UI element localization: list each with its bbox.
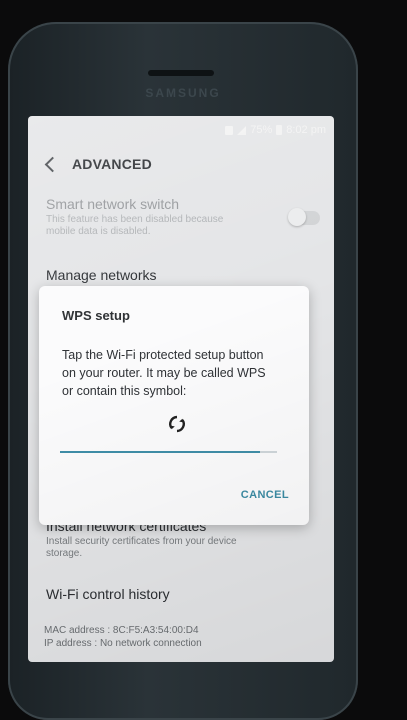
earpiece-speaker	[148, 70, 214, 76]
cancel-button[interactable]: CANCEL	[241, 489, 289, 501]
phone-body: SAMSUNG 75% 8:02 pm ADVANCED Smart netwo…	[8, 22, 358, 720]
dialog-message-line-1: Tap the Wi-Fi protected setup button	[62, 348, 264, 362]
phone-screen: 75% 8:02 pm ADVANCED Smart network switc…	[28, 116, 334, 662]
dialog-title: WPS setup	[62, 308, 130, 323]
dialog-message-line-3: or contain this symbol:	[62, 384, 187, 398]
dialog-message: Tap the Wi-Fi protected setup button on …	[62, 346, 294, 400]
wps-progress-bar	[60, 451, 277, 453]
dialog-message-line-2: on your router. It may be called WPS	[62, 366, 266, 380]
wps-setup-dialog: WPS setup Tap the Wi-Fi protected setup …	[39, 286, 309, 525]
wps-progress-fill	[60, 451, 260, 453]
device-brand: SAMSUNG	[145, 86, 221, 100]
wps-icon	[169, 415, 185, 433]
